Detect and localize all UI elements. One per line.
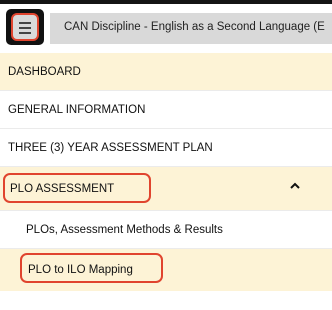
page-title-bar: CAN Discipline - English as a Second Lan…: [50, 13, 332, 44]
nav-label: GENERAL INFORMATION: [8, 104, 146, 116]
nav-item-plo-assessment[interactable]: PLO ASSESSMENT: [0, 167, 332, 211]
menu-button[interactable]: [6, 9, 44, 45]
top-bar: CAN Discipline - English as a Second Lan…: [0, 0, 332, 53]
chevron-up-icon[interactable]: [289, 180, 301, 192]
nav-subitem-plo-methods[interactable]: PLOs, Assessment Methods & Results: [0, 211, 332, 249]
nav-label: THREE (3) YEAR ASSESSMENT PLAN: [8, 142, 213, 154]
nav-label: PLOs, Assessment Methods & Results: [26, 224, 223, 236]
page-title: CAN Discipline - English as a Second Lan…: [64, 21, 325, 33]
top-stripe: [0, 0, 332, 4]
nav-item-general-information[interactable]: GENERAL INFORMATION: [0, 91, 332, 129]
nav-label: PLO to ILO Mapping: [28, 264, 133, 276]
nav-label: DASHBOARD: [8, 66, 81, 78]
hamburger-menu-icon[interactable]: [11, 13, 39, 41]
nav-item-dashboard[interactable]: DASHBOARD: [0, 53, 332, 91]
nav-subitem-plo-ilo-mapping[interactable]: PLO to ILO Mapping: [0, 249, 332, 291]
nav-label: PLO ASSESSMENT: [10, 183, 115, 195]
nav-item-assessment-plan[interactable]: THREE (3) YEAR ASSESSMENT PLAN: [0, 129, 332, 167]
